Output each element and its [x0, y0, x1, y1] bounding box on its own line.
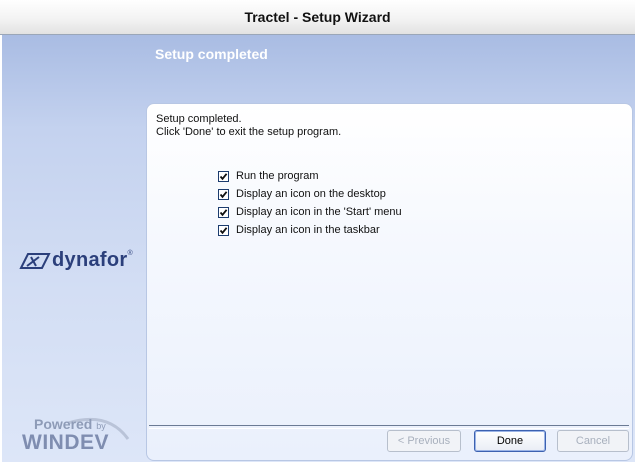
windev-brand: WINDEV	[22, 431, 109, 454]
logo-text: dynafor	[52, 249, 128, 271]
option-start-menu-icon[interactable]: Display an icon in the 'Start' menu	[218, 203, 402, 221]
option-run-program[interactable]: Run the program	[218, 167, 402, 185]
checkmark-icon	[219, 226, 228, 234]
previous-button[interactable]: < Previous	[387, 430, 461, 452]
option-taskbar-icon[interactable]: Display an icon in the taskbar	[218, 221, 402, 239]
checkmark-icon	[219, 208, 228, 216]
powered-by-windev-logo: Powered by WINDEV	[8, 415, 138, 459]
wizard-client-area: Setup completed dynafor ® Powered by WIN…	[2, 35, 635, 462]
button-separator	[149, 425, 629, 429]
checkmark-icon	[219, 172, 228, 180]
logo-registered-mark: ®	[127, 250, 133, 257]
intro-line-2: Click 'Done' to exit the setup program.	[156, 126, 342, 138]
checkbox-taskbar-icon[interactable]	[218, 224, 229, 236]
title-bar[interactable]: Tractel - Setup Wizard	[0, 0, 635, 35]
cancel-button[interactable]: Cancel	[557, 430, 629, 452]
powered-by-label: Powered by	[34, 416, 106, 432]
powered-word: Powered	[34, 416, 93, 432]
by-word: by	[96, 421, 106, 431]
checkbox-label: Run the program	[236, 170, 319, 182]
checkbox-label: Display an icon in the 'Start' menu	[236, 206, 402, 218]
checkbox-start-menu-icon[interactable]	[218, 206, 229, 218]
intro-text: Setup completed. Click 'Done' to exit th…	[156, 113, 341, 139]
option-desktop-icon[interactable]: Display an icon on the desktop	[218, 185, 402, 203]
checkbox-label: Display an icon in the taskbar	[236, 224, 380, 236]
checkbox-label: Display an icon on the desktop	[236, 188, 386, 200]
page-title: Setup completed	[155, 46, 268, 62]
options-list: Run the program Display an icon on the d…	[218, 167, 402, 239]
checkbox-run-program[interactable]	[218, 170, 229, 182]
setup-wizard-window: Tractel - Setup Wizard Setup completed d…	[0, 0, 635, 462]
window-title: Tractel - Setup Wizard	[244, 9, 391, 25]
intro-line-1: Setup completed.	[156, 113, 242, 125]
content-panel: Setup completed. Click 'Done' to exit th…	[146, 103, 633, 461]
checkmark-icon	[219, 190, 228, 198]
dynafor-logo: dynafor ®	[18, 249, 133, 272]
dynafor-logo-icon	[19, 252, 51, 269]
done-button[interactable]: Done	[474, 430, 546, 452]
checkbox-desktop-icon[interactable]	[218, 188, 229, 200]
